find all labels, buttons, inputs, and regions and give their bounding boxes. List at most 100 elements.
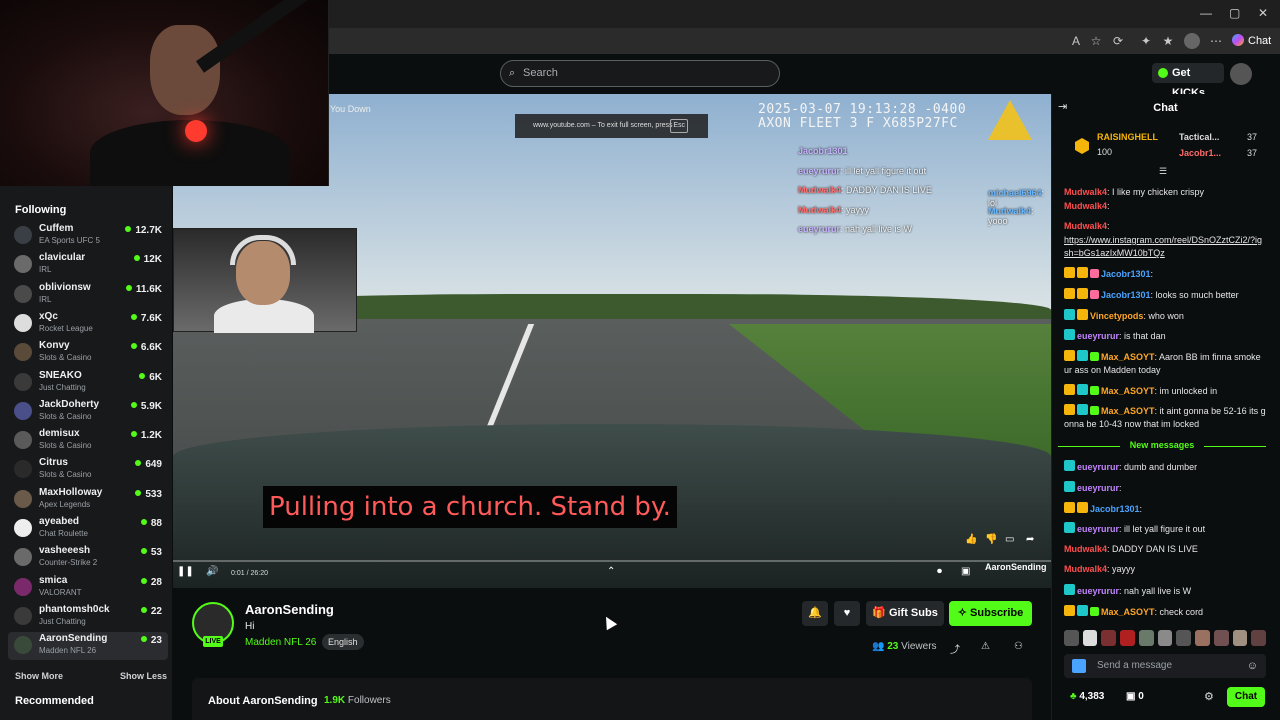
emote-bar[interactable]	[1064, 630, 1267, 648]
chat-username[interactable]: Vincetypods	[1090, 311, 1143, 321]
channel-avatar	[14, 401, 32, 420]
sidebar-item-demisux[interactable]: demisux Slots & Casino 1.2K	[8, 427, 168, 455]
emote-icon[interactable]	[1251, 630, 1267, 646]
emote-icon[interactable]	[1157, 630, 1173, 646]
sidebar-item-smica[interactable]: smica VALORANT 28	[8, 574, 168, 602]
close-window-button[interactable]: ✕	[1258, 6, 1268, 20]
chat-username[interactable]: Max_ASOYT	[1101, 406, 1155, 416]
chat-username[interactable]: Jacobr1301	[1101, 290, 1151, 300]
emote-icon[interactable]	[1176, 630, 1192, 646]
emote-icon[interactable]	[1120, 630, 1135, 646]
sidebar-item-cuffem[interactable]: Cuffem EA Sports UFC 5 12.7K	[8, 222, 168, 250]
share-icon[interactable]: ➦	[1026, 534, 1034, 545]
chat-identity-icon[interactable]	[1072, 659, 1086, 673]
chat-username[interactable]: eueyrurur	[1077, 462, 1119, 472]
chat-username[interactable]: Max_ASOYT	[1101, 386, 1155, 396]
user-avatar[interactable]	[1230, 63, 1252, 85]
dislike-icon[interactable]: 👎	[985, 534, 997, 545]
chat-username[interactable]: Mudwalk4	[1064, 187, 1107, 197]
emote-icon[interactable]	[1138, 630, 1154, 646]
favorite-star-icon[interactable]: ☆	[1088, 33, 1104, 49]
chat-username[interactable]: Jacobr1301	[1101, 269, 1151, 279]
chat-username[interactable]: Jacobr1301	[1090, 504, 1140, 514]
share-stream-icon[interactable]: ⤴	[950, 641, 960, 656]
chat-username[interactable]: Mudwalk4	[1064, 221, 1107, 231]
new-messages-divider[interactable]: New messages	[1058, 440, 1266, 450]
chat-input-placeholder: Send a message	[1097, 660, 1173, 671]
get-kicks-button[interactable]: Get KICKs	[1152, 63, 1224, 99]
sidebar-item-oblivionsw[interactable]: oblivionsw IRL 11.6K	[8, 281, 168, 309]
channel-viewers: 5.9K	[131, 401, 162, 412]
comments-icon[interactable]: ▭	[1005, 534, 1014, 545]
extensions-icon[interactable]: ✦	[1138, 33, 1154, 49]
gift-subs-button[interactable]: 🎁 Gift Subs	[866, 601, 944, 626]
minimize-button[interactable]: —	[1200, 6, 1212, 20]
sidebar-item-konvy[interactable]: Konvy Slots & Casino 6.6K	[8, 339, 168, 367]
emote-icon[interactable]	[1195, 630, 1210, 646]
emote-icon[interactable]	[1101, 630, 1117, 646]
favorites-icon[interactable]: ★	[1160, 33, 1176, 49]
chat-link[interactable]: https://www.instagram.com/reel/DSnOZztCZ…	[1064, 235, 1262, 258]
chat-message-input[interactable]: Send a message ☺	[1064, 654, 1266, 678]
sidebar-item-ayeabed[interactable]: ayeabed Chat Roulette 88	[8, 515, 168, 543]
emote-icon[interactable]	[1213, 630, 1229, 646]
refresh-icon[interactable]: ⟳	[1110, 33, 1126, 49]
kicks-balance[interactable]: ▣ 0	[1126, 691, 1144, 702]
profile-icon[interactable]	[1184, 33, 1200, 49]
show-less-button[interactable]: Show Less	[120, 671, 167, 681]
sidebar-item-xqc[interactable]: xQc Rocket League 7.6K	[8, 310, 168, 338]
sidebar-item-vasheeesh[interactable]: vasheeesh Counter-Strike 2 53	[8, 544, 168, 572]
emoji-picker-icon[interactable]: ☺	[1247, 654, 1258, 678]
channel-category: Slots & Casino	[39, 353, 92, 363]
language-tag[interactable]: English	[322, 634, 364, 650]
user-options-icon[interactable]: ⚇	[1014, 641, 1023, 652]
chat-username[interactable]: Mudwalk4	[1064, 564, 1107, 574]
streamer-name[interactable]: AaronSending	[245, 602, 334, 617]
maximize-button[interactable]: ▢	[1229, 6, 1240, 20]
emote-icon[interactable]	[1082, 630, 1098, 646]
search-input[interactable]: ⌕ Search	[500, 60, 780, 87]
star-icon: ✧	[957, 607, 971, 619]
chevron-up-icon[interactable]: ⌃	[607, 566, 615, 577]
sidebar-item-clavicular[interactable]: clavicular IRL 12K	[8, 251, 168, 279]
volume-icon[interactable]: 🔊	[206, 566, 218, 577]
chat-username[interactable]: eueyrurur	[1077, 331, 1119, 341]
sidebar-item-sneako[interactable]: SNEAKO Just Chatting 6K	[8, 369, 168, 397]
like-icon[interactable]: 👍	[965, 534, 977, 545]
sidebar-item-phantomsh0ck[interactable]: phantomsh0ck Just Chatting 22	[8, 603, 168, 631]
more-menu-icon[interactable]: ⋯	[1208, 33, 1224, 49]
pause-button[interactable]: ❚❚	[177, 566, 194, 577]
chat-username[interactable]: eueyrurur	[1077, 524, 1119, 534]
emote-icon[interactable]	[1232, 630, 1248, 646]
sidebar-item-maxholloway[interactable]: MaxHolloway Apex Legends 533	[8, 486, 168, 514]
sidebar-item-citrus[interactable]: Citrus Slots & Casino 649	[8, 456, 168, 484]
channel-viewers: 533	[135, 489, 162, 500]
emote-icon[interactable]	[1064, 630, 1079, 646]
chat-username[interactable]: Mudwalk4	[1064, 201, 1107, 211]
read-aloud-icon[interactable]: A	[1068, 33, 1084, 49]
subscribe-button[interactable]: ✧ Subscribe	[949, 601, 1032, 626]
stream-category[interactable]: Madden NFL 26	[245, 637, 316, 648]
report-icon[interactable]: ⚠	[981, 641, 990, 652]
sidebar-item-aaronsending[interactable]: AaronSending Madden NFL 26 23	[8, 632, 168, 661]
expand-leaderboard-icon[interactable]: ☰	[1159, 166, 1167, 177]
chat-username[interactable]: Max_ASOYT	[1101, 607, 1155, 617]
video-progress-bar[interactable]	[173, 560, 1051, 562]
chat-username[interactable]: Max_ASOYT	[1101, 352, 1155, 362]
chat-username[interactable]: Mudwalk4	[1064, 544, 1107, 554]
captions-icon[interactable]: ▣	[961, 566, 970, 577]
chat-leaderboard[interactable]: RAISINGHELL 100 Tactical... 37 Jacobr1..…	[1065, 128, 1265, 164]
channel-points[interactable]: ♣ 4,383	[1070, 691, 1104, 702]
chat-username[interactable]: eueyrurur	[1077, 483, 1119, 493]
follow-button[interactable]: ♥	[834, 601, 860, 626]
notifications-button[interactable]: 🔔	[802, 601, 828, 626]
send-chat-button[interactable]: Chat	[1227, 687, 1265, 707]
autoplay-toggle[interactable]: ⏺	[937, 566, 942, 577]
sidebar-item-jackdoherty[interactable]: JackDoherty Slots & Casino 5.9K	[8, 398, 168, 426]
chat-username[interactable]: eueyrurur	[1077, 586, 1119, 596]
show-more-button[interactable]: Show More	[15, 671, 63, 681]
channel-category: Slots & Casino	[39, 441, 92, 451]
browser-chat-button[interactable]: Chat	[1232, 31, 1276, 51]
chat-settings-icon[interactable]: ⚙	[1204, 690, 1214, 703]
channel-category: VALORANT	[39, 587, 82, 597]
